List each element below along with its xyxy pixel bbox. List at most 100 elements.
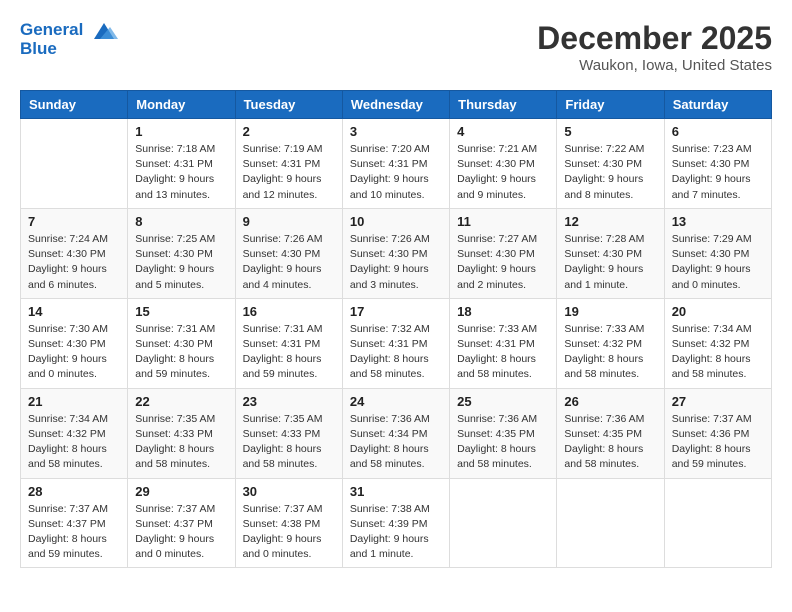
calendar-cell: 1 Sunrise: 7:18 AMSunset: 4:31 PMDaylight… bbox=[128, 119, 235, 209]
calendar-cell bbox=[557, 478, 664, 568]
day-number: 9 bbox=[243, 214, 335, 229]
day-info: Sunrise: 7:27 AMSunset: 4:30 PMDaylight:… bbox=[457, 232, 549, 293]
day-number: 4 bbox=[457, 124, 549, 139]
day-info: Sunrise: 7:34 AMSunset: 4:32 PMDaylight:… bbox=[28, 412, 120, 473]
day-info: Sunrise: 7:35 AMSunset: 4:33 PMDaylight:… bbox=[243, 412, 335, 473]
day-number: 19 bbox=[564, 304, 656, 319]
day-number: 5 bbox=[564, 124, 656, 139]
day-info: Sunrise: 7:29 AMSunset: 4:30 PMDaylight:… bbox=[672, 232, 764, 293]
day-number: 18 bbox=[457, 304, 549, 319]
calendar-table: SundayMondayTuesdayWednesdayThursdayFrid… bbox=[20, 90, 772, 568]
calendar-cell: 18Sunrise: 7:33 AMSunset: 4:31 PMDayligh… bbox=[450, 298, 557, 388]
day-number: 8 bbox=[135, 214, 227, 229]
day-info: Sunrise: 7:30 AMSunset: 4:30 PMDaylight:… bbox=[28, 322, 120, 383]
calendar-cell: 13 Sunrise: 7:29 AMSunset: 4:30 PMDayligh… bbox=[664, 208, 771, 298]
weekday-header-friday: Friday bbox=[557, 91, 664, 119]
day-info: Sunrise: 7:22 AMSunset: 4:30 PMDaylight:… bbox=[564, 142, 656, 203]
calendar-cell: 24 Sunrise: 7:36 AMSunset: 4:34 PMDayligh… bbox=[342, 388, 449, 478]
day-info: Sunrise: 7:23 AMSunset: 4:30 PMDaylight:… bbox=[672, 142, 764, 203]
day-info: Sunrise: 7:38 AMSunset: 4:39 PMDaylight:… bbox=[350, 502, 442, 563]
day-number: 6 bbox=[672, 124, 764, 139]
calendar-week-4: 21 Sunrise: 7:34 AMSunset: 4:32 PMDayligh… bbox=[21, 388, 772, 478]
title-block: December 2025 Waukon, Iowa, United State… bbox=[537, 20, 772, 74]
calendar-cell: 9 Sunrise: 7:26 AMSunset: 4:30 PMDaylight… bbox=[235, 208, 342, 298]
day-number: 20 bbox=[672, 304, 764, 319]
weekday-header-tuesday: Tuesday bbox=[235, 91, 342, 119]
calendar-cell: 22Sunrise: 7:35 AMSunset: 4:33 PMDayligh… bbox=[128, 388, 235, 478]
day-number: 29 bbox=[135, 484, 227, 499]
calendar-header-row: SundayMondayTuesdayWednesdayThursdayFrid… bbox=[21, 91, 772, 119]
day-number: 16 bbox=[243, 304, 335, 319]
day-number: 24 bbox=[350, 394, 442, 409]
calendar-cell: 29Sunrise: 7:37 AMSunset: 4:37 PMDayligh… bbox=[128, 478, 235, 568]
page-header: General Blue December 2025 Waukon, Iowa,… bbox=[20, 20, 772, 74]
day-number: 7 bbox=[28, 214, 120, 229]
day-info: Sunrise: 7:21 AMSunset: 4:30 PMDaylight:… bbox=[457, 142, 549, 203]
day-number: 3 bbox=[350, 124, 442, 139]
calendar-cell: 19Sunrise: 7:33 AMSunset: 4:32 PMDayligh… bbox=[557, 298, 664, 388]
day-info: Sunrise: 7:24 AMSunset: 4:30 PMDaylight:… bbox=[28, 232, 120, 293]
day-info: Sunrise: 7:32 AMSunset: 4:31 PMDaylight:… bbox=[350, 322, 442, 383]
day-number: 2 bbox=[243, 124, 335, 139]
calendar-week-1: 1 Sunrise: 7:18 AMSunset: 4:31 PMDaylight… bbox=[21, 119, 772, 209]
day-number: 11 bbox=[457, 214, 549, 229]
calendar-cell: 10Sunrise: 7:26 AMSunset: 4:30 PMDayligh… bbox=[342, 208, 449, 298]
day-info: Sunrise: 7:37 AMSunset: 4:38 PMDaylight:… bbox=[243, 502, 335, 563]
day-number: 22 bbox=[135, 394, 227, 409]
day-number: 13 bbox=[672, 214, 764, 229]
day-info: Sunrise: 7:25 AMSunset: 4:30 PMDaylight:… bbox=[135, 232, 227, 293]
day-info: Sunrise: 7:26 AMSunset: 4:30 PMDaylight:… bbox=[350, 232, 442, 293]
day-info: Sunrise: 7:28 AMSunset: 4:30 PMDaylight:… bbox=[564, 232, 656, 293]
calendar-cell: 20 Sunrise: 7:34 AMSunset: 4:32 PMDayligh… bbox=[664, 298, 771, 388]
calendar-cell: 2Sunrise: 7:19 AMSunset: 4:31 PMDaylight… bbox=[235, 119, 342, 209]
calendar-cell: 3Sunrise: 7:20 AMSunset: 4:31 PMDaylight… bbox=[342, 119, 449, 209]
calendar-cell: 11 Sunrise: 7:27 AMSunset: 4:30 PMDayligh… bbox=[450, 208, 557, 298]
day-number: 25 bbox=[457, 394, 549, 409]
weekday-header-thursday: Thursday bbox=[450, 91, 557, 119]
calendar-cell: 14Sunrise: 7:30 AMSunset: 4:30 PMDayligh… bbox=[21, 298, 128, 388]
location: Waukon, Iowa, United States bbox=[537, 57, 772, 74]
day-info: Sunrise: 7:36 AMSunset: 4:35 PMDaylight:… bbox=[564, 412, 656, 473]
day-info: Sunrise: 7:37 AMSunset: 4:37 PMDaylight:… bbox=[28, 502, 120, 563]
calendar-cell bbox=[21, 119, 128, 209]
weekday-header-wednesday: Wednesday bbox=[342, 91, 449, 119]
calendar-week-5: 28 Sunrise: 7:37 AMSunset: 4:37 PMDayligh… bbox=[21, 478, 772, 568]
day-number: 28 bbox=[28, 484, 120, 499]
day-number: 26 bbox=[564, 394, 656, 409]
calendar-cell: 30 Sunrise: 7:37 AMSunset: 4:38 PMDayligh… bbox=[235, 478, 342, 568]
calendar-week-2: 7 Sunrise: 7:24 AMSunset: 4:30 PMDaylight… bbox=[21, 208, 772, 298]
logo-general: General bbox=[20, 20, 83, 39]
weekday-header-monday: Monday bbox=[128, 91, 235, 119]
day-info: Sunrise: 7:31 AMSunset: 4:31 PMDaylight:… bbox=[243, 322, 335, 383]
day-number: 31 bbox=[350, 484, 442, 499]
calendar-cell bbox=[664, 478, 771, 568]
day-info: Sunrise: 7:36 AMSunset: 4:35 PMDaylight:… bbox=[457, 412, 549, 473]
day-number: 17 bbox=[350, 304, 442, 319]
calendar-cell: 8 Sunrise: 7:25 AMSunset: 4:30 PMDaylight… bbox=[128, 208, 235, 298]
logo-line1: General bbox=[20, 20, 118, 41]
calendar-cell: 26 Sunrise: 7:36 AMSunset: 4:35 PMDayligh… bbox=[557, 388, 664, 478]
calendar-cell: 23 Sunrise: 7:35 AMSunset: 4:33 PMDayligh… bbox=[235, 388, 342, 478]
calendar-cell: 16 Sunrise: 7:31 AMSunset: 4:31 PMDayligh… bbox=[235, 298, 342, 388]
day-info: Sunrise: 7:18 AMSunset: 4:31 PMDaylight:… bbox=[135, 142, 227, 203]
day-info: Sunrise: 7:34 AMSunset: 4:32 PMDaylight:… bbox=[672, 322, 764, 383]
day-number: 21 bbox=[28, 394, 120, 409]
weekday-header-sunday: Sunday bbox=[21, 91, 128, 119]
day-number: 1 bbox=[135, 124, 227, 139]
weekday-header-saturday: Saturday bbox=[664, 91, 771, 119]
calendar-cell: 4 Sunrise: 7:21 AMSunset: 4:30 PMDaylight… bbox=[450, 119, 557, 209]
calendar-cell: 6 Sunrise: 7:23 AMSunset: 4:30 PMDaylight… bbox=[664, 119, 771, 209]
calendar-cell: 7 Sunrise: 7:24 AMSunset: 4:30 PMDaylight… bbox=[21, 208, 128, 298]
calendar-cell: 5 Sunrise: 7:22 AMSunset: 4:30 PMDaylight… bbox=[557, 119, 664, 209]
day-info: Sunrise: 7:31 AMSunset: 4:30 PMDaylight:… bbox=[135, 322, 227, 383]
day-info: Sunrise: 7:36 AMSunset: 4:34 PMDaylight:… bbox=[350, 412, 442, 473]
day-number: 12 bbox=[564, 214, 656, 229]
day-info: Sunrise: 7:37 AMSunset: 4:36 PMDaylight:… bbox=[672, 412, 764, 473]
calendar-cell: 15 Sunrise: 7:31 AMSunset: 4:30 PMDayligh… bbox=[128, 298, 235, 388]
calendar-week-3: 14Sunrise: 7:30 AMSunset: 4:30 PMDayligh… bbox=[21, 298, 772, 388]
day-info: Sunrise: 7:26 AMSunset: 4:30 PMDaylight:… bbox=[243, 232, 335, 293]
calendar-cell: 28 Sunrise: 7:37 AMSunset: 4:37 PMDayligh… bbox=[21, 478, 128, 568]
day-number: 30 bbox=[243, 484, 335, 499]
day-number: 15 bbox=[135, 304, 227, 319]
day-number: 23 bbox=[243, 394, 335, 409]
